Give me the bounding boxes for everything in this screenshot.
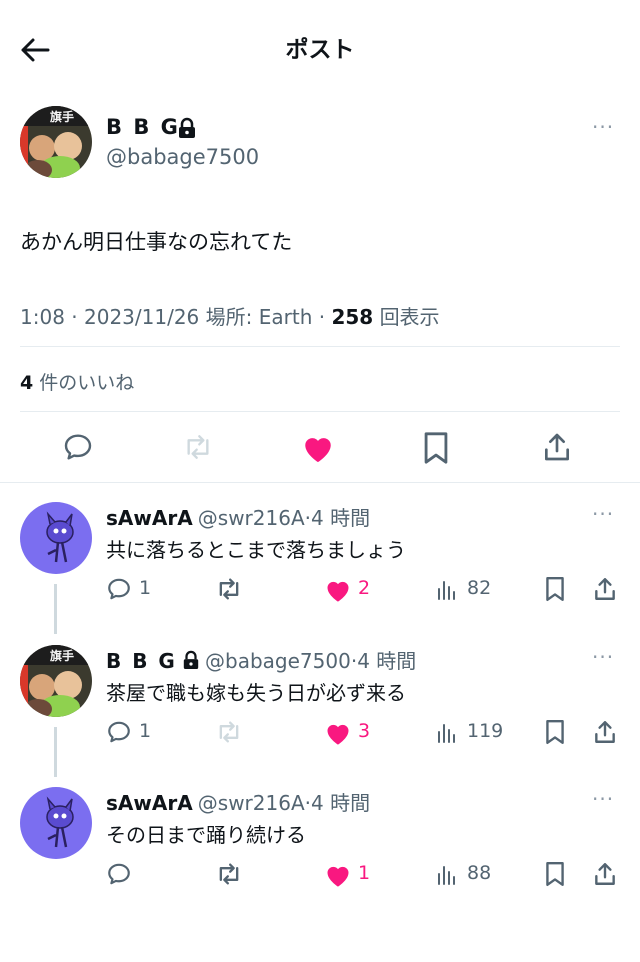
sawara-avatar-image	[20, 502, 92, 574]
avatar[interactable]	[20, 787, 92, 859]
post-meta: 1:08 · 2023/11/26 場所: Earth · 258 回表示	[20, 301, 440, 330]
more-icon[interactable]: ···	[592, 787, 614, 811]
likes-summary[interactable]: 4 件のいいね	[20, 368, 134, 395]
reply-text: 共に落ちるとこまで落ちましょう	[106, 538, 406, 562]
post-location: 場所: Earth	[205, 305, 313, 329]
bbg-avatar-image: 旗手	[20, 106, 92, 178]
reply-icon[interactable]	[106, 861, 132, 887]
meta-sep: ·	[71, 305, 78, 329]
bookmark-icon[interactable]	[544, 861, 566, 887]
share-icon[interactable]	[592, 718, 618, 746]
views-icon[interactable]	[435, 721, 459, 745]
avatar[interactable]: 旗手	[20, 645, 92, 717]
reply-count: 1	[139, 577, 152, 599]
lock-icon	[179, 117, 195, 138]
bookmark-icon[interactable]	[544, 719, 566, 745]
divider	[20, 411, 620, 412]
reply-header: sAwArA @swr216A·4 時間	[106, 787, 370, 816]
views-icon[interactable]	[435, 863, 459, 887]
views-icon[interactable]	[435, 578, 459, 602]
retweet-icon[interactable]	[214, 860, 244, 888]
reply-text: その日まで踊り続ける	[106, 823, 306, 847]
share-icon[interactable]	[592, 860, 618, 888]
likes-label: 件のいいね	[39, 372, 135, 394]
reply-icon[interactable]	[106, 719, 132, 745]
post-date[interactable]: 2023/11/26	[84, 305, 199, 329]
reply-count: 1	[139, 720, 152, 742]
divider	[0, 482, 640, 483]
heart-icon[interactable]	[324, 720, 352, 746]
heart-icon[interactable]	[324, 577, 352, 603]
heart-icon[interactable]	[324, 862, 352, 888]
post-views-label: 回表示	[379, 305, 440, 329]
retweet-icon[interactable]	[181, 431, 215, 463]
views-count: 119	[467, 720, 504, 742]
retweet-icon[interactable]	[214, 718, 244, 746]
svg-text:旗手: 旗手	[50, 648, 74, 663]
svg-text:旗手: 旗手	[50, 109, 74, 124]
reply-author-handle[interactable]: @swr216A	[198, 791, 305, 815]
likes-count: 4	[20, 372, 34, 394]
thread-line	[54, 584, 57, 634]
lock-icon	[183, 650, 199, 669]
bbg-avatar-image: 旗手	[20, 645, 92, 717]
reply-time[interactable]: 4 時間	[311, 791, 370, 815]
reply-author-handle[interactable]: @babage7500	[205, 649, 351, 673]
sawara-avatar-image	[20, 787, 92, 859]
reply-author-handle[interactable]: @swr216A	[198, 506, 305, 530]
reply-author-name[interactable]: sAwArA	[106, 791, 193, 815]
meta-sep: ·	[318, 305, 326, 329]
post-time[interactable]: 1:08	[20, 305, 65, 329]
reply-icon[interactable]	[106, 576, 132, 602]
like-count: 2	[358, 577, 371, 599]
views-count: 82	[467, 577, 492, 599]
reply-header: sAwArA @swr216A·4 時間	[106, 502, 370, 531]
reply-text: 茶屋で職も嫁も失う日が必ず来る	[106, 681, 406, 705]
reply-icon[interactable]	[62, 431, 94, 463]
bookmark-icon[interactable]	[544, 576, 566, 602]
share-icon[interactable]	[541, 430, 573, 464]
retweet-icon[interactable]	[214, 575, 244, 603]
bookmark-icon[interactable]	[421, 431, 451, 465]
more-icon[interactable]: ···	[592, 502, 614, 526]
post-views-count: 258	[331, 305, 374, 329]
reply-time[interactable]: 4 時間	[311, 506, 370, 530]
post-author-name[interactable]: B B G	[106, 115, 180, 139]
divider	[20, 346, 620, 347]
more-icon[interactable]: ···	[592, 645, 614, 669]
page-title: ポスト	[285, 37, 355, 63]
like-count: 1	[358, 862, 371, 884]
avatar[interactable]: 旗手	[20, 106, 92, 178]
thread-line	[54, 727, 57, 777]
reply-author-name[interactable]: B B G	[106, 649, 177, 673]
heart-icon[interactable]	[301, 432, 335, 464]
post-author-handle[interactable]: @babage7500	[106, 145, 259, 169]
reply-header: B B G @babage7500·4 時間	[106, 645, 416, 674]
share-icon[interactable]	[592, 575, 618, 603]
reply-author-name[interactable]: sAwArA	[106, 506, 193, 530]
views-count: 88	[467, 862, 492, 884]
avatar[interactable]	[20, 502, 92, 574]
post-text: あかん明日仕事なの忘れてた	[20, 230, 293, 254]
like-count: 3	[358, 720, 371, 742]
more-icon[interactable]: ···	[592, 115, 614, 139]
reply-time[interactable]: 4 時間	[357, 649, 416, 673]
